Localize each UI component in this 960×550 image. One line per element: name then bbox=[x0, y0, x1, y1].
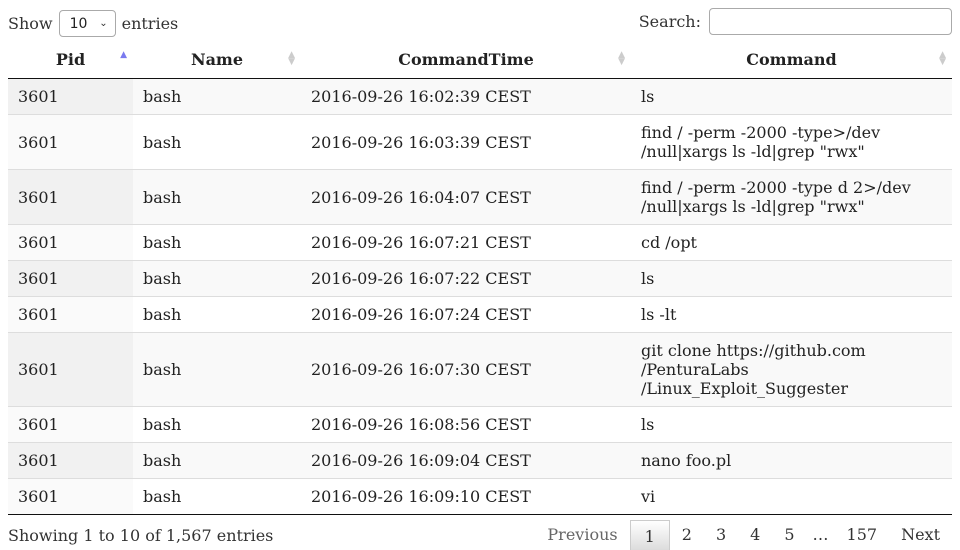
search-label: Search: bbox=[638, 12, 701, 31]
column-label: Pid bbox=[55, 49, 86, 69]
cell-pid: 3601 bbox=[8, 169, 133, 225]
table-row[interactable]: 3601 bash 2016-09-26 16:03:39 CEST find / -… bbox=[8, 114, 952, 170]
cell-name: bash bbox=[133, 442, 301, 479]
commands-table: Pid ▲ Name ▲ ▼ CommandTime ▲ ▼ Command ▲ ▼ … bbox=[8, 40, 952, 515]
cell-name: bash bbox=[133, 332, 301, 407]
cell-command: cd /opt bbox=[631, 224, 952, 261]
cell-command: vi bbox=[631, 478, 952, 515]
table-row[interactable]: 3601 bash 2016-09-26 16:08:56 CEST ls bbox=[8, 406, 952, 443]
cell-pid: 3601 bbox=[8, 296, 133, 333]
previous-button[interactable]: Previous bbox=[535, 519, 629, 550]
page-button-5[interactable]: 5 bbox=[772, 519, 806, 550]
table-row[interactable]: 3601 bash 2016-09-26 16:02:39 CEST ls bbox=[8, 78, 952, 115]
cell-command: ls bbox=[631, 78, 952, 115]
cell-commandtime: 2016-09-26 16:09:04 CEST bbox=[301, 442, 631, 479]
table-footer: Showing 1 to 10 of 1,567 entries Previou… bbox=[8, 518, 952, 550]
search-input[interactable] bbox=[709, 8, 952, 35]
column-header-pid[interactable]: Pid ▲ bbox=[8, 40, 133, 79]
page-button-1[interactable]: 1 bbox=[629, 519, 670, 550]
entries-label: entries bbox=[121, 14, 179, 33]
table-row[interactable]: 3601 bash 2016-09-26 16:07:30 CEST git clon… bbox=[8, 332, 952, 407]
cell-name: bash bbox=[133, 406, 301, 443]
page-button-2[interactable]: 2 bbox=[670, 519, 704, 550]
cell-pid: 3601 bbox=[8, 224, 133, 261]
column-label: Command bbox=[746, 49, 837, 69]
table-row[interactable]: 3601 bash 2016-09-26 16:07:22 CEST ls bbox=[8, 260, 952, 297]
cell-pid: 3601 bbox=[8, 260, 133, 297]
cell-command: ls -lt bbox=[631, 296, 952, 333]
cell-command: ls bbox=[631, 260, 952, 297]
column-header-commandtime[interactable]: CommandTime ▲ ▼ bbox=[301, 40, 631, 79]
table-row[interactable]: 3601 bash 2016-09-26 16:09:04 CEST nano foo… bbox=[8, 442, 952, 479]
page-length-value: 10 bbox=[69, 15, 88, 32]
cell-pid: 3601 bbox=[8, 406, 133, 443]
cell-pid: 3601 bbox=[8, 442, 133, 479]
page-button-last[interactable]: 157 bbox=[835, 519, 890, 550]
table-row[interactable]: 3601 bash 2016-09-26 16:09:10 CEST vi bbox=[8, 478, 952, 515]
cell-command: ls bbox=[631, 406, 952, 443]
page-button-4[interactable]: 4 bbox=[738, 519, 772, 550]
table-row[interactable]: 3601 bash 2016-09-26 16:07:24 CEST ls -lt bbox=[8, 296, 952, 333]
page-button-3[interactable]: 3 bbox=[704, 519, 738, 550]
cell-name: bash bbox=[133, 78, 301, 115]
cell-pid: 3601 bbox=[8, 78, 133, 115]
cell-commandtime: 2016-09-26 16:07:24 CEST bbox=[301, 296, 631, 333]
table-row[interactable]: 3601 bash 2016-09-26 16:07:21 CEST cd /opt bbox=[8, 224, 952, 261]
column-header-command[interactable]: Command ▲ ▼ bbox=[631, 40, 952, 79]
column-label: Name bbox=[190, 49, 244, 69]
cell-name: bash bbox=[133, 114, 301, 170]
chevron-down-icon: ⌄ bbox=[99, 18, 108, 29]
cell-name: bash bbox=[133, 260, 301, 297]
cell-commandtime: 2016-09-26 16:07:22 CEST bbox=[301, 260, 631, 297]
table-info: Showing 1 to 10 of 1,567 entries bbox=[8, 526, 274, 545]
cell-command: find / -perm -2000 -type d 2>/dev/null|x… bbox=[631, 169, 952, 225]
column-label: CommandTime bbox=[398, 49, 534, 69]
cell-pid: 3601 bbox=[8, 332, 133, 407]
pagination-ellipsis: … bbox=[812, 525, 829, 544]
cell-commandtime: 2016-09-26 16:02:39 CEST bbox=[301, 78, 631, 115]
table-row[interactable]: 3601 bash 2016-09-26 16:04:07 CEST find / -… bbox=[8, 169, 952, 225]
cell-name: bash bbox=[133, 224, 301, 261]
pagination: Previous 1 2 3 4 5 … 157 Next bbox=[535, 519, 952, 550]
sort-both-icon: ▲ ▼ bbox=[939, 50, 946, 67]
cell-commandtime: 2016-09-26 16:07:21 CEST bbox=[301, 224, 631, 261]
cell-command: find / -perm -2000 -type>/dev/null|xargs… bbox=[631, 114, 952, 170]
cell-commandtime: 2016-09-26 16:09:10 CEST bbox=[301, 478, 631, 515]
cell-command: nano foo.pl bbox=[631, 442, 952, 479]
show-label: Show bbox=[8, 14, 53, 33]
cell-name: bash bbox=[133, 296, 301, 333]
column-header-name[interactable]: Name ▲ ▼ bbox=[133, 40, 301, 79]
cell-commandtime: 2016-09-26 16:07:30 CEST bbox=[301, 332, 631, 407]
page-length-control: Show 10 ⌄ entries bbox=[8, 10, 178, 37]
cell-pid: 3601 bbox=[8, 114, 133, 170]
cell-pid: 3601 bbox=[8, 478, 133, 515]
sort-both-icon: ▲ ▼ bbox=[618, 50, 625, 67]
table-controls: Show 10 ⌄ entries Search: bbox=[8, 8, 952, 38]
cell-commandtime: 2016-09-26 16:04:07 CEST bbox=[301, 169, 631, 225]
sort-both-icon: ▲ ▼ bbox=[288, 50, 295, 67]
cell-name: bash bbox=[133, 478, 301, 515]
header-row: Pid ▲ Name ▲ ▼ CommandTime ▲ ▼ Command ▲ ▼ bbox=[8, 40, 952, 79]
cell-name: bash bbox=[133, 169, 301, 225]
cell-commandtime: 2016-09-26 16:03:39 CEST bbox=[301, 114, 631, 170]
next-button[interactable]: Next bbox=[889, 519, 952, 550]
search-control: Search: bbox=[639, 8, 952, 35]
sort-ascending-icon: ▲ bbox=[120, 50, 127, 60]
cell-commandtime: 2016-09-26 16:08:56 CEST bbox=[301, 406, 631, 443]
cell-command: git clone https://github.com/PenturaLabs… bbox=[631, 332, 952, 407]
page-length-select[interactable]: 10 ⌄ bbox=[58, 10, 116, 37]
